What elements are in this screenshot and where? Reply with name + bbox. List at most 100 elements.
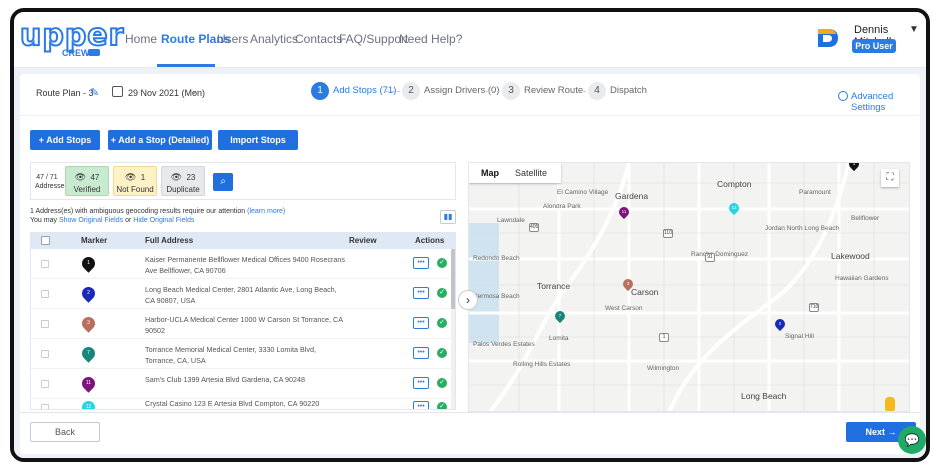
column-full-address: Full Address	[145, 236, 194, 245]
add-stop-detailed-button[interactable]: + Add a Stop (Detailed)	[108, 130, 212, 150]
row-checkbox[interactable]	[41, 290, 49, 298]
main-area: Route Plan - 3 ✎ 29 Nov 2021 (Mon) ⌄ 1 A…	[14, 68, 926, 458]
columns-icon[interactable]: ▮▮	[440, 210, 456, 224]
address-count-value: 47 / 71	[36, 174, 58, 181]
marker-number: 11	[85, 380, 92, 386]
step-review-route[interactable]: 3 Review Route	[502, 82, 583, 102]
map-pin[interactable]: 3	[620, 276, 636, 292]
address-count: 47 / 71 Addresses	[35, 173, 68, 191]
nav-analytics[interactable]: Analytics	[250, 32, 298, 46]
map-label: Bellflower	[851, 215, 880, 222]
table-row[interactable]: 7 Torrance Memorial Medical Center, 3330…	[31, 339, 455, 369]
search-button[interactable]: ⌕	[213, 173, 233, 191]
map-pin[interactable]: 11	[616, 204, 632, 220]
back-button[interactable]: Back	[30, 422, 100, 442]
step-assign-drivers[interactable]: 2 Assign Drivers (0)	[402, 82, 502, 102]
verified-count: 47	[90, 173, 100, 182]
company-logo-icon	[818, 29, 838, 47]
map-pin[interactable]: 2	[772, 316, 788, 332]
field-toggle-text: You may Show Original Fields or Hide Ori…	[30, 217, 194, 224]
column-review: Review	[349, 236, 377, 245]
advanced-settings-link[interactable]: Advanced Settings	[851, 91, 920, 113]
table-scrollbar[interactable]	[451, 249, 455, 409]
more-actions-button[interactable]: •••	[413, 257, 429, 269]
map-type-control: Map Satellite	[469, 163, 561, 183]
street-view-pegman-icon[interactable]	[885, 397, 895, 411]
field-toggle-prefix: You may	[30, 217, 57, 224]
gear-icon[interactable]	[838, 91, 848, 101]
map-label: Lomita	[549, 335, 569, 342]
upper-crew-logo[interactable]: upper CREW	[19, 17, 124, 60]
full-address: Torrance Memorial Medical Center, 3330 L…	[145, 345, 316, 365]
check-icon: ✓	[437, 378, 447, 388]
logo-badge	[88, 49, 100, 56]
marker-pin: 2	[79, 284, 98, 303]
map-label: Paramount	[799, 189, 831, 196]
marker-number: 12	[85, 404, 92, 410]
import-stops-button[interactable]: Import Stops	[218, 130, 298, 150]
fullscreen-icon[interactable]: ⛶	[881, 169, 899, 187]
more-actions-button[interactable]: •••	[413, 377, 429, 389]
row-checkbox[interactable]	[41, 404, 49, 409]
marker-number: 7	[87, 350, 90, 356]
map-tab-map[interactable]: Map	[481, 168, 499, 178]
nav-faq-support[interactable]: FAQ/Support	[339, 32, 408, 46]
full-address: Sam's Club 1399 Artesia Blvd Gardena, CA…	[145, 375, 305, 384]
eye-icon: 👁	[74, 172, 87, 182]
select-all-checkbox[interactable]	[41, 236, 50, 245]
map-label: West Carson	[605, 305, 643, 312]
step-separator	[386, 91, 400, 92]
map-tab-satellite[interactable]: Satellite	[515, 168, 547, 178]
full-address: Kaiser Permanente Bellflower Medical Off…	[145, 255, 346, 275]
scrollbar-thumb[interactable]	[451, 249, 455, 309]
more-actions-button[interactable]: •••	[413, 401, 429, 409]
verified-filter[interactable]: 👁 47 Verified	[65, 166, 109, 196]
calendar-icon[interactable]	[112, 86, 123, 97]
route-map[interactable]: Map Satellite ⛶ Compton Paramount Garden…	[468, 162, 910, 412]
more-actions-button[interactable]: •••	[413, 287, 429, 299]
step-label: Dispatch	[610, 85, 647, 96]
more-actions-button[interactable]: •••	[413, 317, 429, 329]
nav-need-help[interactable]: Need Help?	[399, 32, 462, 46]
check-icon: ✓	[437, 348, 447, 358]
duplicate-filter[interactable]: 👁 23 Duplicate	[161, 166, 205, 196]
row-checkbox[interactable]	[41, 380, 49, 388]
row-checkbox[interactable]	[41, 260, 49, 268]
table-row[interactable]: 12 Crystal Casino 123 E Artesia Blvd Com…	[31, 393, 455, 410]
not-found-label: Not Found	[116, 185, 154, 194]
highway-shield-icon: 1	[659, 333, 669, 342]
chat-icon[interactable]: 💬	[898, 426, 926, 454]
hide-original-fields-link[interactable]: Hide Original Fields	[133, 217, 194, 224]
map-label: Wilmington	[647, 365, 680, 372]
row-checkbox[interactable]	[41, 320, 49, 328]
pin-number: 7	[558, 313, 562, 318]
pencil-icon[interactable]: ✎	[90, 86, 102, 99]
marker-number: 1	[87, 260, 90, 266]
table-row[interactable]: 3 Harbor-UCLA Medical Center 1000 W Cars…	[31, 309, 455, 339]
map-pin[interactable]: 7	[552, 308, 568, 324]
table-row[interactable]: 2 Long Beach Medical Center, 2801 Atlant…	[31, 279, 455, 309]
learn-more-link[interactable]: (learn more)	[247, 208, 285, 215]
step-add-stops[interactable]: 1 Add Stops (71)	[311, 82, 401, 102]
marker-pin: 3	[79, 314, 98, 333]
map-pin[interactable]: 12	[726, 200, 742, 216]
table-row[interactable]: 1 Kaiser Permanente Bellflower Medical O…	[31, 249, 455, 279]
nav-home[interactable]: Home	[125, 32, 157, 46]
more-actions-button[interactable]: •••	[413, 347, 429, 359]
chevron-down-icon[interactable]: ▼	[909, 24, 919, 35]
chevron-down-icon[interactable]: ⌄	[190, 86, 198, 97]
marker-pin: 7	[79, 344, 98, 363]
pin-number: 12	[731, 205, 737, 210]
collapse-map-chevron-icon[interactable]: ›	[458, 290, 478, 310]
nav-contacts[interactable]: Contacts	[295, 32, 342, 46]
not-found-filter[interactable]: 👁 1 Not Found	[113, 166, 157, 196]
step-dispatch[interactable]: 4 Dispatch	[588, 82, 658, 102]
not-found-count: 1	[140, 173, 146, 182]
check-icon: ✓	[437, 318, 447, 328]
nav-users[interactable]: Users	[217, 32, 248, 46]
add-stops-button[interactable]: + Add Stops	[30, 130, 100, 150]
show-original-fields-link[interactable]: Show Original Fields	[59, 217, 123, 224]
highway-shield-icon: 710	[809, 303, 819, 312]
row-checkbox[interactable]	[41, 350, 49, 358]
pin-number: 11	[621, 209, 627, 214]
